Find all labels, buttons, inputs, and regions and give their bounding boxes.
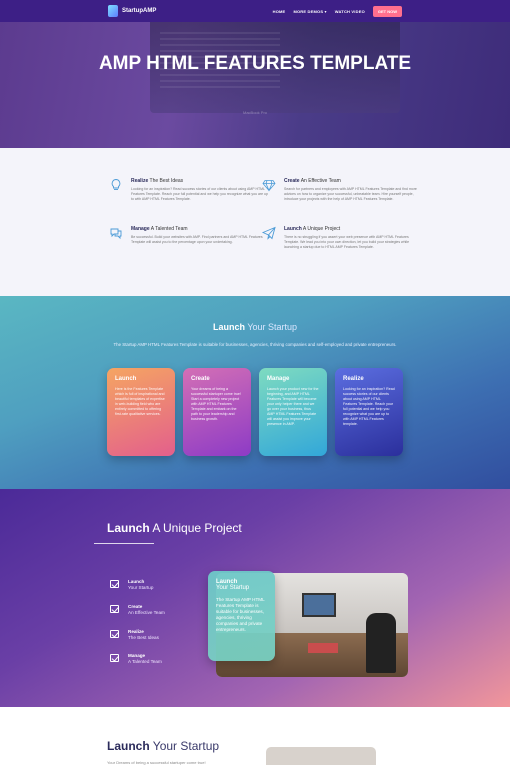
nav-links: HOME MORE DEMOS ▾ WATCH VIDEO GET NOW (273, 0, 402, 22)
startup-card[interactable]: Launch Your Startup The Startup AMP HTML… (208, 571, 275, 661)
card-subtitle: Your Startup (216, 585, 250, 591)
get-now-button[interactable]: GET NOW (372, 5, 402, 17)
section-title: Launch Your Startup (107, 739, 220, 753)
feature-body: There is no struggling if you assert you… (284, 235, 410, 249)
section-text: Your Dreams of being a successful startu… (107, 760, 206, 765)
card-body: Here is the Features Template which is f… (115, 387, 165, 416)
bottom-section: Launch Your Startup Your Dreams of being… (0, 707, 510, 765)
checkbox-icon (110, 630, 119, 638)
card-manage[interactable]: Manage Launch your product new for the b… (259, 368, 327, 456)
checkbox-icon (110, 654, 119, 662)
card-body: Launch your product new for the beginnin… (267, 387, 319, 426)
card-launch[interactable]: Launch Here is the Features Template whi… (107, 368, 175, 456)
top-navbar: StartupAMP HOME MORE DEMOS ▾ WATCH VIDEO… (0, 0, 510, 22)
title-underline (94, 543, 154, 544)
logo-icon[interactable] (108, 5, 118, 17)
card-body: Your dreams of being a successful startu… (191, 387, 241, 421)
lightbulb-icon (111, 179, 121, 190)
photo-chair (366, 613, 396, 673)
section-title: Launch Your Startup (212, 322, 298, 332)
photo-monitor (302, 593, 336, 617)
feature-title: Launch A Unique Project (284, 226, 341, 232)
section-description: The Startup AMP HTML Features Template i… (113, 342, 397, 347)
feature-title: Realize The Best Ideas (131, 178, 184, 184)
list-item-title: Launch (128, 579, 145, 584)
section-title: Launch A Unique Project (107, 521, 242, 535)
hero-title: AMP HTML FEATURES TEMPLATE (98, 53, 412, 74)
feature-body: Be successful. Build your websites with … (131, 235, 263, 244)
list-item-title: Realize (128, 629, 144, 634)
bottom-photo (266, 747, 376, 765)
list-item-title: Manage (128, 653, 146, 658)
nav-watch-video-link[interactable]: WATCH VIDEO (335, 9, 365, 14)
card-title: Realize (343, 376, 364, 382)
photo-books (308, 643, 338, 653)
paper-plane-icon (262, 226, 276, 240)
nav-home-link[interactable]: HOME (273, 9, 286, 14)
feature-body: Looking for an inspiration? Read success… (131, 187, 268, 201)
diamond-icon (262, 180, 276, 192)
card-body: Looking for an inspiration? Read success… (343, 387, 395, 426)
launch-startup-section: Launch Your Startup The Startup AMP HTML… (0, 296, 510, 489)
list-item-subtitle: The Best Ideas (128, 635, 159, 640)
list-item-subtitle: An Effective Team (128, 610, 165, 615)
card-create[interactable]: Create Your dreams of being a successful… (183, 368, 251, 456)
features-section: Realize The Best Ideas Looking for an in… (0, 148, 510, 296)
nav-more-demos-link[interactable]: MORE DEMOS ▾ (293, 9, 326, 14)
card-realize[interactable]: Realize Looking for an inspiration? Read… (335, 368, 403, 456)
feature-title: Manage A Talented Team (131, 226, 188, 232)
feature-body: Search for partners and employees with A… (284, 187, 417, 201)
list-item-subtitle: A Talented Team (128, 659, 162, 664)
checkbox-icon (110, 605, 119, 613)
feature-title: Create An Effective Team (284, 178, 341, 184)
logo-text[interactable]: StartupAMP (122, 8, 156, 14)
hero-screen-caption: MacBook Pro (242, 110, 267, 115)
list-item-title: Create (128, 604, 143, 609)
card-body: The Startup AMP HTML Features Template i… (216, 597, 265, 632)
card-title: Launch (115, 376, 137, 382)
chat-icon (110, 228, 122, 240)
card-title: Create (191, 376, 210, 382)
hero-section: AMP HTML FEATURES TEMPLATE MacBook Pro (0, 22, 510, 148)
unique-project-section: Launch A Unique Project Launch Your Star… (0, 489, 510, 707)
card-title: Manage (267, 376, 290, 382)
checkbox-icon (110, 580, 119, 588)
list-item-subtitle: Your Startup (128, 585, 154, 590)
